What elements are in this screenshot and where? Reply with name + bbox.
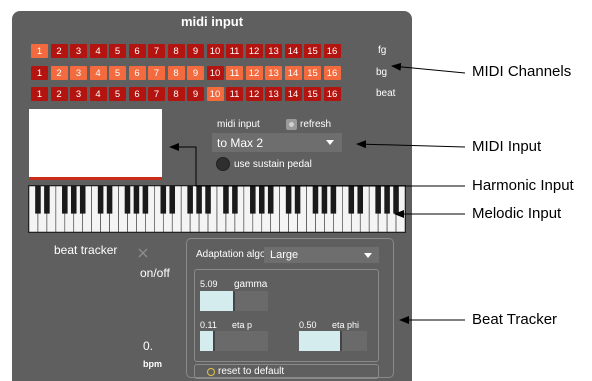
arrow-midi-channels bbox=[391, 62, 466, 74]
arrow-midi-input bbox=[356, 140, 466, 149]
annotation-beat-tracker: Beat Tracker bbox=[472, 311, 558, 328]
annotation-midi-channels: MIDI Channels bbox=[472, 63, 572, 80]
arrow-harmonic-input bbox=[169, 143, 465, 187]
annotation-harmonic-input: Harmonic Input bbox=[472, 177, 574, 194]
annotation-midi-input: MIDI Input bbox=[472, 138, 542, 155]
annotation-melodic-input: Melodic Input bbox=[472, 205, 562, 222]
